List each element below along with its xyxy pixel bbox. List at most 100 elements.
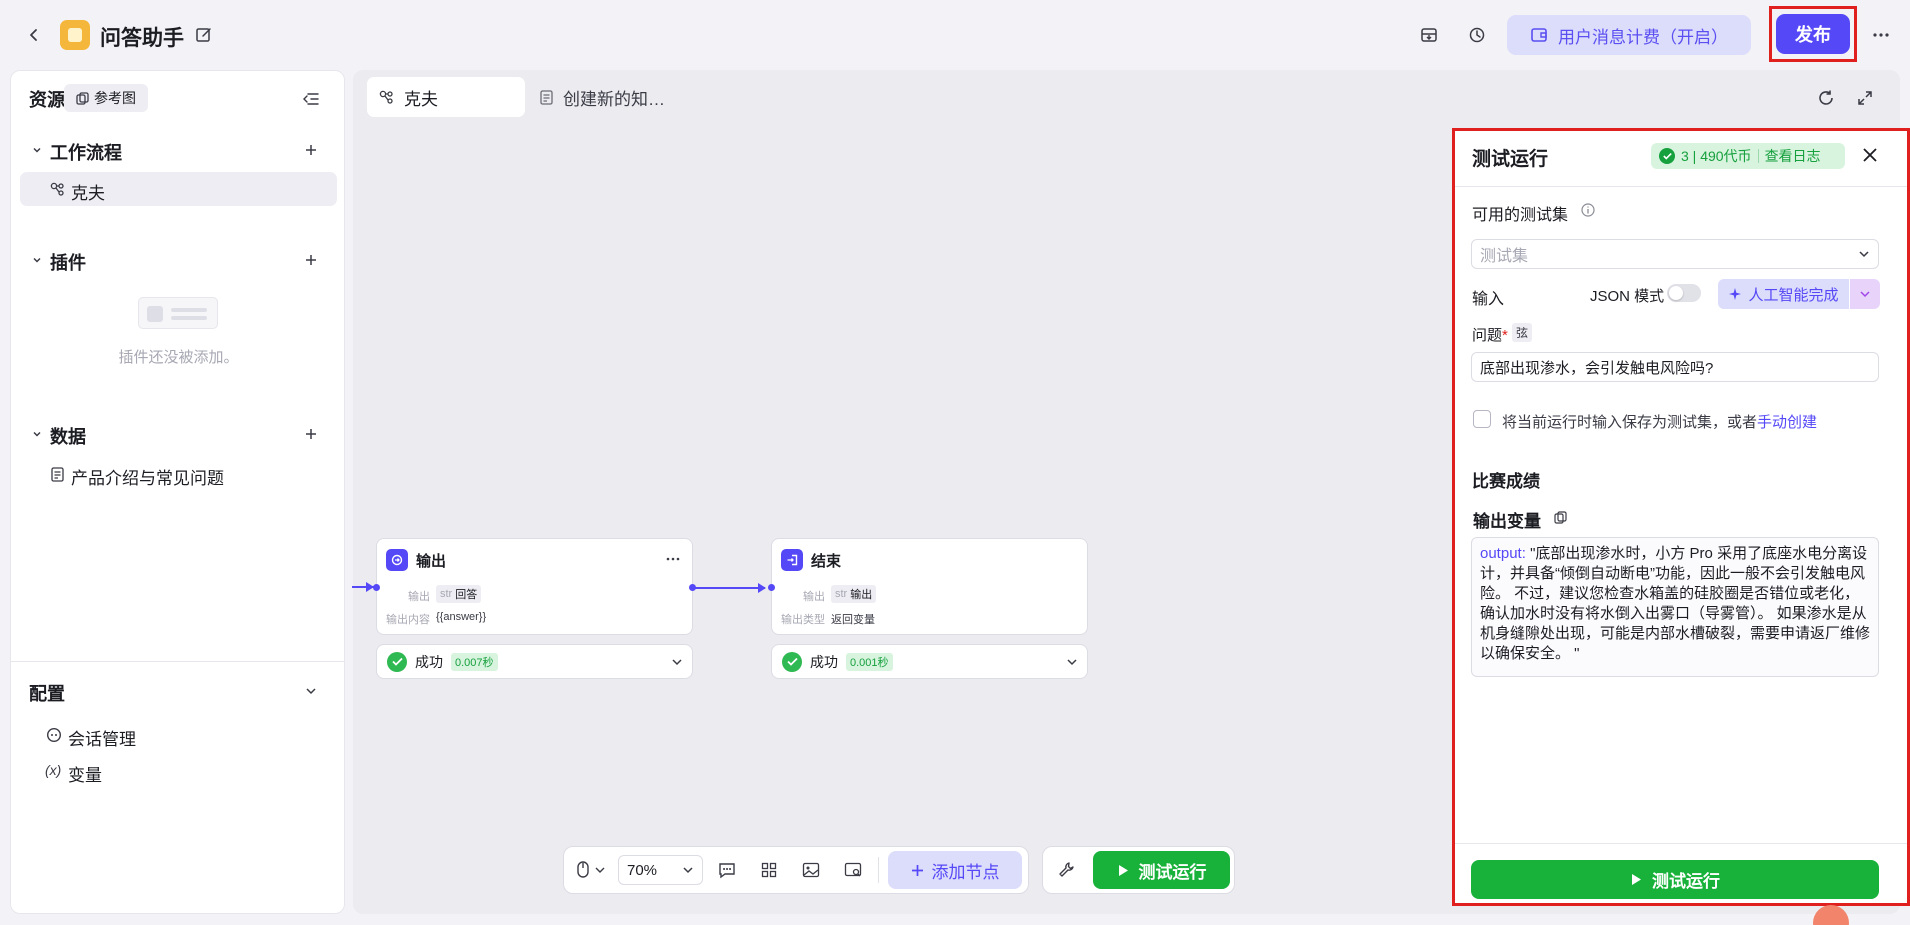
add-data-icon[interactable] xyxy=(302,425,320,443)
check-icon xyxy=(387,651,407,672)
layout-icon[interactable] xyxy=(757,858,781,882)
close-icon[interactable] xyxy=(1858,143,1882,167)
pointer-mode-icon[interactable] xyxy=(574,859,610,881)
workflow-icon xyxy=(379,90,394,105)
view-log-link[interactable]: 查看日志 xyxy=(1765,146,1821,166)
toolbar-divider xyxy=(878,857,879,883)
output-value: "底部出现渗水时，小方 Pro 采用了底座水电分离设计，并具备“倾倒自动断电”功… xyxy=(1480,545,1871,662)
json-mode-toggle[interactable] xyxy=(1667,284,1701,302)
save-testset-checkbox[interactable] xyxy=(1473,410,1491,428)
back-arrow-icon[interactable] xyxy=(22,22,46,48)
cost-badge: 3 | 490代币 查看日志 xyxy=(1651,143,1845,169)
sidebar-item-workflow-label: 克夫 xyxy=(71,184,105,203)
sparkle-icon xyxy=(1728,287,1742,301)
sidebar-item-workflow[interactable] xyxy=(20,172,337,206)
output-node-row1-tag: str 回答 xyxy=(436,585,482,603)
chevron-down-icon xyxy=(682,864,694,876)
add-plugin-icon[interactable] xyxy=(302,251,320,269)
end-node-in-port[interactable] xyxy=(768,584,775,591)
test-run-button[interactable]: 测试运行 xyxy=(1471,860,1879,899)
output-node-title: 输出 xyxy=(416,552,447,570)
testset-select[interactable]: 测试集 xyxy=(1471,239,1879,269)
add-workflow-icon[interactable] xyxy=(302,141,320,159)
testset-placeholder: 测试集 xyxy=(1480,248,1529,265)
chevron-down-icon[interactable] xyxy=(30,143,44,157)
tab-knowledge[interactable]: 创建新的知… xyxy=(540,77,665,117)
section-workflow[interactable]: 工作流程 xyxy=(50,139,122,165)
section-config[interactable]: 配置 xyxy=(29,680,65,706)
results-title: 比赛成绩 xyxy=(1472,472,1540,491)
test-run-toolbar-button[interactable]: 测试运行 xyxy=(1093,851,1230,889)
variable-icon: (x) xyxy=(45,762,62,778)
save-testset-label: 将当前运行时输入保存为测试集，或者 xyxy=(1502,414,1758,431)
edit-icon[interactable] xyxy=(193,24,215,46)
panel-title: 测试运行 xyxy=(1472,149,1549,170)
question-label-group: 问题* xyxy=(1472,324,1508,345)
document-icon xyxy=(48,465,66,483)
end-node-row1-label: 输出 xyxy=(803,591,825,603)
output-node-in-port[interactable] xyxy=(373,584,380,591)
end-node-status[interactable]: 成功 0.001秒 xyxy=(771,644,1088,679)
reference-chip[interactable]: 参考图 xyxy=(64,84,148,112)
end-node-row1-tag: str 输出 xyxy=(831,585,877,603)
json-mode-label: JSON 模式 xyxy=(1590,288,1665,305)
zoom-select[interactable]: 70% xyxy=(618,855,703,885)
archive-icon[interactable] xyxy=(1416,22,1442,48)
add-node-button[interactable]: 添加节点 xyxy=(888,851,1022,889)
play-icon xyxy=(1630,873,1642,886)
copy-icon[interactable] xyxy=(1552,509,1568,525)
output-node-row2-value: {{answer}} xyxy=(436,611,487,623)
resources-title: 资源 xyxy=(29,90,65,110)
question-type-tag: 弦 xyxy=(1512,323,1533,342)
plus-icon xyxy=(911,864,924,877)
output-node-status[interactable]: 成功 0.007秒 xyxy=(376,644,693,679)
check-icon xyxy=(1659,148,1675,164)
sidebar-item-data[interactable]: 产品介绍与常见问题 xyxy=(71,464,224,489)
play-icon xyxy=(1117,864,1129,877)
ai-complete-dropdown[interactable] xyxy=(1850,279,1880,309)
section-data[interactable]: 数据 xyxy=(50,423,86,449)
image-icon[interactable] xyxy=(799,858,823,882)
comment-icon[interactable] xyxy=(715,858,739,882)
app-title: 问答助手 xyxy=(100,27,184,50)
chevron-down-icon[interactable] xyxy=(30,427,44,441)
chevron-down-icon[interactable] xyxy=(1065,655,1079,669)
chevron-down-icon[interactable] xyxy=(30,253,44,267)
manual-create-link[interactable]: 手动创建 xyxy=(1757,414,1817,431)
history-icon[interactable] xyxy=(1464,22,1490,48)
wrench-icon[interactable] xyxy=(1054,858,1080,882)
config-item-session[interactable]: 会话管理 xyxy=(68,725,136,750)
output-node-icon xyxy=(386,549,408,571)
node-edge xyxy=(693,587,765,589)
ai-complete-button[interactable]: 人工智能完成 xyxy=(1718,279,1849,309)
output-key: output xyxy=(1480,545,1522,562)
info-icon[interactable] xyxy=(1580,202,1596,218)
chevron-down-icon[interactable] xyxy=(670,655,684,669)
check-icon xyxy=(782,651,802,672)
section-plugins[interactable]: 插件 xyxy=(50,249,86,275)
node-more-icon[interactable] xyxy=(664,552,682,566)
publish-button[interactable]: 发布 xyxy=(1776,14,1850,54)
workflow-icon xyxy=(48,180,66,198)
plugins-empty-text: 插件还没被添加。 xyxy=(118,349,239,366)
required-mark: * xyxy=(1502,327,1508,344)
refresh-icon[interactable] xyxy=(1814,86,1838,110)
sidebar-divider xyxy=(10,661,345,662)
input-label: 输入 xyxy=(1472,291,1505,308)
end-node-row2-value: 返回变量 xyxy=(831,614,875,626)
collapse-sidebar-icon[interactable] xyxy=(300,88,322,110)
tab-workflow[interactable]: 克夫 xyxy=(367,77,525,117)
fullscreen-icon[interactable] xyxy=(1853,86,1877,110)
cost-divider xyxy=(1757,149,1759,163)
testset-label: 可用的测试集 xyxy=(1472,207,1569,224)
zoom-value: 70% xyxy=(627,861,658,879)
minimap-icon[interactable] xyxy=(841,858,865,882)
output-node-time: 0.007秒 xyxy=(451,652,498,671)
config-item-variables[interactable]: 变量 xyxy=(68,761,102,786)
billing-button[interactable]: 用户消息计费（开启） xyxy=(1507,15,1751,55)
chevron-down-icon xyxy=(1860,291,1870,298)
question-input[interactable]: 底部出现渗水，会引发触电风险吗? xyxy=(1471,352,1879,382)
chevron-down-icon[interactable] xyxy=(302,682,320,700)
more-icon[interactable] xyxy=(1868,22,1894,48)
end-node-status-text: 成功 xyxy=(810,653,838,670)
